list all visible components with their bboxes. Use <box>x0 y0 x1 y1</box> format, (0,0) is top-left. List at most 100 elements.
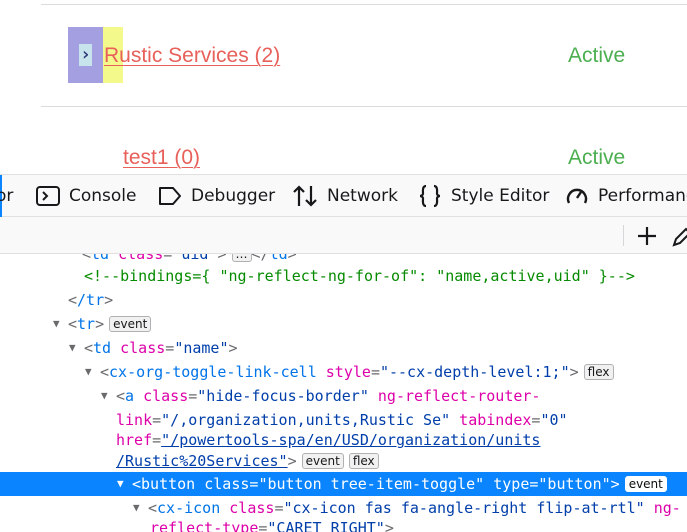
attr-name: class <box>120 339 166 357</box>
tag-bracket: > <box>95 315 105 333</box>
tag-bracket: > <box>569 363 579 381</box>
attr-name: type <box>493 475 530 493</box>
tab-label: Console <box>69 186 137 206</box>
attr-name: ng- <box>653 499 681 517</box>
markup-node-comment[interactable]: <!--bindings={ "ng-reflect-ng-for-of": "… <box>0 264 687 288</box>
tab-style-editor[interactable]: Style Editor <box>418 175 549 217</box>
markup-tree: <td class="uid">… </td> <!--bindings={ "n… <box>0 254 687 532</box>
expand-twisty-icon[interactable]: ▼ <box>69 336 76 360</box>
tab-inspector[interactable]: or <box>0 175 13 217</box>
attr-value: "hide-focus-border" <box>197 387 369 405</box>
row-divider <box>41 4 687 5</box>
tab-label: Performance <box>598 186 687 206</box>
event-badge[interactable]: event <box>301 453 344 469</box>
attr-eq: = <box>163 254 173 263</box>
attr-value: "uid" <box>172 254 218 263</box>
attr-name: tabindex <box>459 411 532 429</box>
tag-bracket: < <box>82 254 92 263</box>
tag-bracket: < <box>84 339 94 357</box>
row-divider <box>41 106 687 107</box>
flex-badge[interactable]: flex <box>348 453 379 469</box>
comment-text: <!--bindings={ "ng-reflect-ng-for-of": "… <box>84 267 635 285</box>
braces-icon <box>419 184 441 208</box>
event-badge[interactable]: event <box>624 476 667 492</box>
markup-node-button-selected[interactable]: ▼ <button class="button tree-item-toggle… <box>0 472 687 496</box>
tag-name: tr <box>77 315 96 333</box>
markup-node-cx-org-toggle-link-cell[interactable]: ▼ <cx-org-toggle-link-cell style="--cx-d… <box>0 360 687 384</box>
markup-node-tr-close[interactable]: </tr> <box>0 288 687 312</box>
console-icon <box>36 186 60 206</box>
unit-link-test1[interactable]: test1 (0) <box>123 146 200 170</box>
debugger-icon <box>159 187 181 205</box>
tag-name: /tr <box>77 291 105 309</box>
web-page: › Rustic Services (2) Active test1 (0) A… <box>0 0 687 174</box>
attr-name: ng-reflect-router- <box>377 387 541 405</box>
event-badge[interactable]: event <box>109 316 152 332</box>
tab-label: or <box>0 186 14 206</box>
close-tag: </ <box>251 254 270 263</box>
markup-node-td-name[interactable]: ▼ <td class="name"> <box>0 336 687 360</box>
attr-value: "cx-icon fas fa-angle-right flip-at-rtl" <box>283 499 645 517</box>
attr-value: "button tree-item-toggle" <box>258 475 485 493</box>
attr-value: "/,organization,units,Rustic Se" <box>161 411 451 429</box>
tag-bracket: < <box>148 499 158 517</box>
attr-value: "button" <box>538 475 611 493</box>
tree-item-toggle-button[interactable]: › <box>68 27 103 83</box>
tag-bracket: > <box>610 475 620 493</box>
attr-value: "0" <box>540 411 568 429</box>
markup-node-a[interactable]: ▼ <a class="hide-focus-border" ng-reflec… <box>0 384 687 408</box>
tag-bracket: < <box>116 387 126 405</box>
markup-node-a-href-cont[interactable]: /Rustic%20Services"> event flex <box>0 449 687 473</box>
flex-badge[interactable]: flex <box>583 364 614 380</box>
tag-bracket: < <box>68 315 78 333</box>
plus-icon <box>638 227 656 245</box>
attr-eq: = <box>370 363 380 381</box>
tag-bracket: > <box>384 519 394 532</box>
attr-value: "CARET_RIGHT" <box>267 519 385 532</box>
eyedropper-icon <box>672 227 687 247</box>
tab-label: Style Editor <box>451 186 550 206</box>
add-node-button[interactable] <box>634 223 660 249</box>
tag-name: td <box>269 254 288 263</box>
tab-debugger[interactable]: Debugger <box>158 175 275 217</box>
tag-bracket: > <box>228 339 238 357</box>
attr-eq: = <box>152 411 162 429</box>
tag-name: a <box>125 387 135 405</box>
tag-bracket: < <box>100 363 110 381</box>
href-link[interactable]: "/powertools-spa/en/USD/organization/uni… <box>161 431 540 449</box>
unit-link-rustic-services[interactable]: Rustic Services (2) <box>104 44 280 68</box>
markup-node-cx-icon-cont[interactable]: reflect-type="CARET_RIGHT"> <box>0 516 687 532</box>
eyedropper-button[interactable] <box>672 223 687 249</box>
expand-twisty-icon[interactable]: ▼ <box>117 472 124 496</box>
tab-performance[interactable]: Performance <box>565 175 687 217</box>
status-active: Active <box>568 146 626 169</box>
tag-name: td <box>91 254 110 263</box>
tag-name: cx-org-toggle-link-cell <box>109 363 317 381</box>
tag-name: cx-icon <box>157 499 221 517</box>
tab-label: Debugger <box>191 186 276 206</box>
attr-eq: = <box>152 431 162 449</box>
href-link[interactable]: /Rustic%20Services" <box>116 452 288 470</box>
inspector-toolbar <box>0 217 687 254</box>
tab-console[interactable]: Console <box>36 175 137 217</box>
tag-bracket: < <box>132 475 142 493</box>
attr-value: "--cx-depth-level:1;" <box>379 363 570 381</box>
attr-eq: = <box>188 387 198 405</box>
expand-twisty-icon[interactable]: ▼ <box>85 360 92 384</box>
attr-name: link <box>116 411 153 429</box>
attr-name: class <box>229 499 275 517</box>
ellipsis-badge[interactable]: … <box>231 254 252 262</box>
toolbar-separator <box>623 225 624 246</box>
attr-eq: = <box>165 339 175 357</box>
attr-name: reflect-type <box>150 519 259 532</box>
tag-bracket: < <box>68 291 78 309</box>
network-icon <box>293 185 317 207</box>
expand-twisty-icon[interactable]: ▼ <box>101 384 108 408</box>
attr-name: class <box>204 475 250 493</box>
expand-twisty-icon[interactable]: ▼ <box>53 312 60 336</box>
attr-value: "name" <box>174 339 229 357</box>
gauge-icon <box>566 188 588 204</box>
tab-network[interactable]: Network <box>292 175 398 217</box>
chevron-right-icon: › <box>79 44 92 66</box>
markup-node-tr[interactable]: ▼ <tr> event <box>0 312 687 336</box>
